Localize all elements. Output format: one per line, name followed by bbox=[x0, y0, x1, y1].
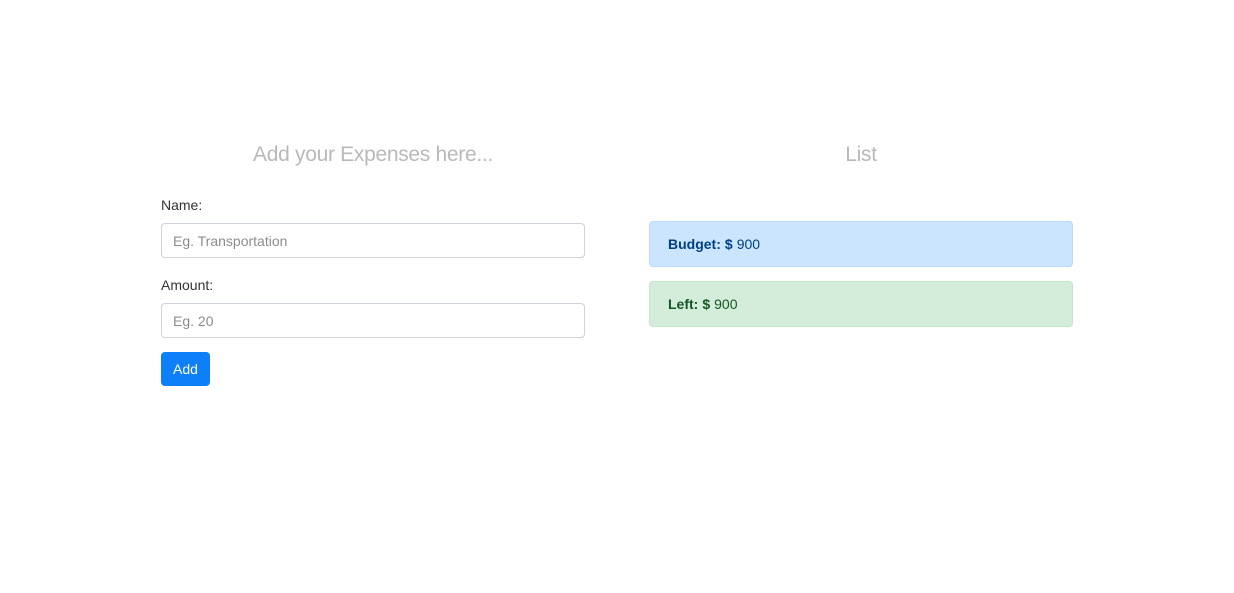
name-input[interactable] bbox=[161, 223, 585, 258]
left-currency: $ bbox=[702, 296, 711, 312]
budget-alert: Budget: $ 900 bbox=[649, 221, 1073, 267]
form-title: Add your Expenses here... bbox=[253, 143, 493, 166]
expense-list: List Budget: $ 900 Left: $ 900 bbox=[649, 140, 1073, 327]
left-label: Left: bbox=[668, 296, 699, 312]
amount-label: Amount: bbox=[161, 277, 214, 293]
budget-currency: $ bbox=[724, 236, 733, 252]
budget-label: Budget: bbox=[668, 236, 721, 252]
add-button[interactable]: Add bbox=[161, 352, 210, 386]
expense-form: Add your Expenses here... Name: Amount: … bbox=[161, 140, 585, 386]
budget-value: 900 bbox=[736, 236, 761, 252]
list-title: List bbox=[845, 143, 877, 166]
left-value: 900 bbox=[714, 296, 738, 312]
page: Add your Expenses here... Name: Amount: … bbox=[0, 0, 1234, 593]
amount-input[interactable] bbox=[161, 303, 585, 338]
left-alert: Left: $ 900 bbox=[649, 281, 1073, 327]
name-label: Name: bbox=[161, 197, 203, 213]
